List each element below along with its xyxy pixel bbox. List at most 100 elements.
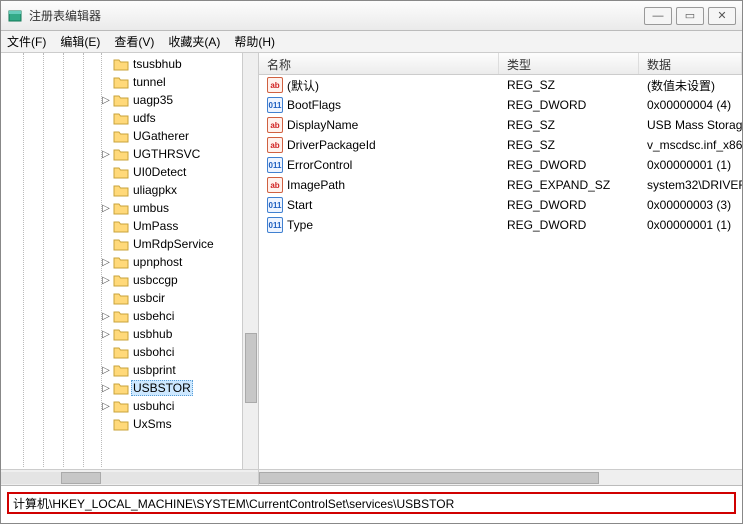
value-type: REG_SZ xyxy=(499,78,639,92)
tree-hscroll-thumb[interactable] xyxy=(61,472,101,484)
tree-item-label: UmRdpService xyxy=(131,237,216,251)
value-type: REG_SZ xyxy=(499,118,639,132)
value-row[interactable]: 011 Start REG_DWORD0x00000003 (3) xyxy=(259,195,742,215)
value-row[interactable]: abDisplayNameREG_SZUSB Mass Storage xyxy=(259,115,742,135)
value-row[interactable]: 011ErrorControlREG_DWORD0x00000001 (1) xyxy=(259,155,742,175)
value-data: 0x00000003 (3) xyxy=(639,198,742,212)
tree-item-label: usbehci xyxy=(131,309,176,323)
path-text: 计算机\HKEY_LOCAL_MACHINE\SYSTEM\CurrentCon… xyxy=(13,495,454,512)
close-button[interactable]: ✕ xyxy=(708,7,736,25)
menu-edit[interactable]: 编辑(E) xyxy=(60,33,100,50)
minimize-button[interactable]: — xyxy=(644,7,672,25)
value-name: ErrorControl xyxy=(287,158,352,172)
expand-icon[interactable]: ▷ xyxy=(101,149,111,160)
value-row[interactable]: 011 Type REG_DWORD0x00000001 (1) xyxy=(259,215,742,235)
status-bar: 计算机\HKEY_LOCAL_MACHINE\SYSTEM\CurrentCon… xyxy=(1,485,742,521)
expand-icon[interactable]: ▷ xyxy=(101,275,111,286)
value-name: Start xyxy=(287,198,312,212)
tree-guide-lines xyxy=(1,53,101,467)
tree-horizontal-scrollbar[interactable] xyxy=(1,469,258,485)
expand-icon[interactable]: ▷ xyxy=(101,383,111,394)
expand-icon[interactable]: ▷ xyxy=(101,401,111,412)
value-data: v_mscdsc.inf_x86_n xyxy=(639,138,742,152)
value-name: (默认) xyxy=(287,77,319,94)
folder-icon xyxy=(113,363,129,377)
tree-item-label: tsusbhub xyxy=(131,57,184,71)
folder-icon xyxy=(113,273,129,287)
value-data: (数值未设置) xyxy=(639,77,742,94)
folder-icon xyxy=(113,237,129,251)
string-value-icon: ab xyxy=(267,77,283,93)
value-type: REG_DWORD xyxy=(499,218,639,232)
dword-value-icon: 011 xyxy=(267,97,283,113)
value-data: system32\DRIVERS xyxy=(639,178,742,192)
tree-item-label: umbus xyxy=(131,201,171,215)
tree-item-label: UmPass xyxy=(131,219,180,233)
tree-item-label: upnphost xyxy=(131,255,184,269)
value-type: REG_DWORD xyxy=(499,158,639,172)
tree-item-label: UI0Detect xyxy=(131,165,188,179)
value-type: REG_EXPAND_SZ xyxy=(499,178,639,192)
values-hscroll-thumb[interactable] xyxy=(259,472,599,484)
folder-icon xyxy=(113,165,129,179)
dword-value-icon: 011 xyxy=(267,197,283,213)
folder-icon xyxy=(113,57,129,71)
column-header-type[interactable]: 类型 xyxy=(499,53,639,74)
value-data: USB Mass Storage xyxy=(639,118,742,132)
folder-icon xyxy=(113,345,129,359)
value-row[interactable]: 011BootFlagsREG_DWORD0x00000004 (4) xyxy=(259,95,742,115)
value-name: DriverPackageId xyxy=(287,138,376,152)
tree-item-label: UGatherer xyxy=(131,129,191,143)
folder-icon xyxy=(113,381,129,395)
column-header-data[interactable]: 数据 xyxy=(639,53,742,74)
folder-icon xyxy=(113,129,129,143)
menu-view[interactable]: 查看(V) xyxy=(114,33,154,50)
folder-icon xyxy=(113,219,129,233)
value-name: DisplayName xyxy=(287,118,358,132)
folder-icon xyxy=(113,291,129,305)
expand-icon[interactable]: ▷ xyxy=(101,311,111,322)
value-row[interactable]: ab DriverPackageId REG_SZv_mscdsc.inf_x86_… xyxy=(259,135,742,155)
regedit-icon xyxy=(7,8,23,24)
title-bar: 注册表编辑器 — ▭ ✕ xyxy=(1,1,742,31)
menu-file[interactable]: 文件(F) xyxy=(7,33,46,50)
value-row[interactable]: ab(默认) REG_SZ(数值未设置) xyxy=(259,75,742,95)
value-name: BootFlags xyxy=(287,98,341,112)
string-value-icon: ab xyxy=(267,177,283,193)
tree-item-label: UxSms xyxy=(131,417,174,431)
expand-icon[interactable]: ▷ xyxy=(101,329,111,340)
tree-item-label: usbuhci xyxy=(131,399,176,413)
expand-icon[interactable]: ▷ xyxy=(101,365,111,376)
values-header: 名称 类型 数据 xyxy=(259,53,742,75)
tree-item-label: uliagpkx xyxy=(131,183,179,197)
dword-value-icon: 011 xyxy=(267,157,283,173)
value-type: REG_SZ xyxy=(499,138,639,152)
value-data: 0x00000001 (1) xyxy=(639,218,742,232)
folder-icon xyxy=(113,183,129,197)
tree-item-label: usbcir xyxy=(131,291,167,305)
value-name: ImagePath xyxy=(287,178,345,192)
folder-icon xyxy=(113,255,129,269)
column-header-name[interactable]: 名称 xyxy=(259,53,499,74)
window-title: 注册表编辑器 xyxy=(29,7,101,24)
value-type: REG_DWORD xyxy=(499,198,639,212)
expand-icon[interactable]: ▷ xyxy=(101,257,111,268)
value-row[interactable]: ab ImagePath REG_EXPAND_SZsystem32\DRIVERS xyxy=(259,175,742,195)
expand-icon[interactable]: ▷ xyxy=(101,95,111,106)
value-name: Type xyxy=(287,218,313,232)
tree-vertical-scrollbar[interactable] xyxy=(242,53,258,469)
dword-value-icon: 011 xyxy=(267,217,283,233)
folder-icon xyxy=(113,399,129,413)
tree-vscroll-thumb[interactable] xyxy=(245,333,257,403)
tree-item-label: UGTHRSVC xyxy=(131,147,202,161)
folder-icon xyxy=(113,309,129,323)
expand-icon[interactable]: ▷ xyxy=(101,203,111,214)
menu-favorites[interactable]: 收藏夹(A) xyxy=(168,33,220,50)
folder-icon xyxy=(113,147,129,161)
maximize-button[interactable]: ▭ xyxy=(676,7,704,25)
menu-help[interactable]: 帮助(H) xyxy=(234,33,275,50)
values-horizontal-scrollbar[interactable] xyxy=(259,469,742,485)
string-value-icon: ab xyxy=(267,137,283,153)
folder-icon xyxy=(113,201,129,215)
tree-item-label: usbccgp xyxy=(131,273,180,287)
